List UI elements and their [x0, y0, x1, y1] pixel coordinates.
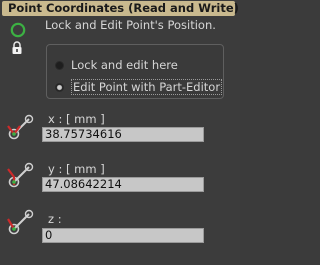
radio-button-icon[interactable] [55, 60, 64, 70]
radio-label: Edit Point with Part-Editor [71, 79, 223, 95]
z-coordinate-label: z : [48, 212, 62, 226]
y-coordinate-input[interactable]: 47.08642214 [42, 177, 204, 192]
green-ring-icon[interactable] [10, 22, 26, 38]
x-coordinate-input[interactable]: 38.75734616 [42, 127, 204, 142]
point-coordinates-panel: Point Coordinates (Read and Write) Lock … [0, 0, 240, 265]
radio-button-selected-icon[interactable] [55, 82, 64, 92]
y-coordinate-label: y : [ mm ] [48, 162, 105, 176]
point-on-axis-icon [7, 209, 34, 235]
radio-lock-and-edit-here[interactable]: Lock and edit here [55, 56, 178, 74]
padlock-icon [12, 41, 22, 54]
panel-description: Lock and Edit Point's Position. [45, 18, 216, 32]
radio-label: Lock and edit here [71, 58, 178, 72]
point-on-axis-icon [7, 114, 34, 140]
radio-edit-with-part-editor[interactable]: Edit Point with Part-Editor [55, 78, 223, 96]
panel-title-bar[interactable]: Point Coordinates (Read and Write) [2, 1, 239, 16]
panel-title: Point Coordinates (Read and Write) [8, 1, 239, 15]
z-coordinate-input[interactable]: 0 [42, 228, 204, 243]
x-coordinate-label: x : [ mm ] [48, 112, 105, 126]
point-on-axis-icon [7, 162, 34, 188]
edit-mode-group: Lock and edit here Edit Point with Part-… [46, 44, 224, 99]
